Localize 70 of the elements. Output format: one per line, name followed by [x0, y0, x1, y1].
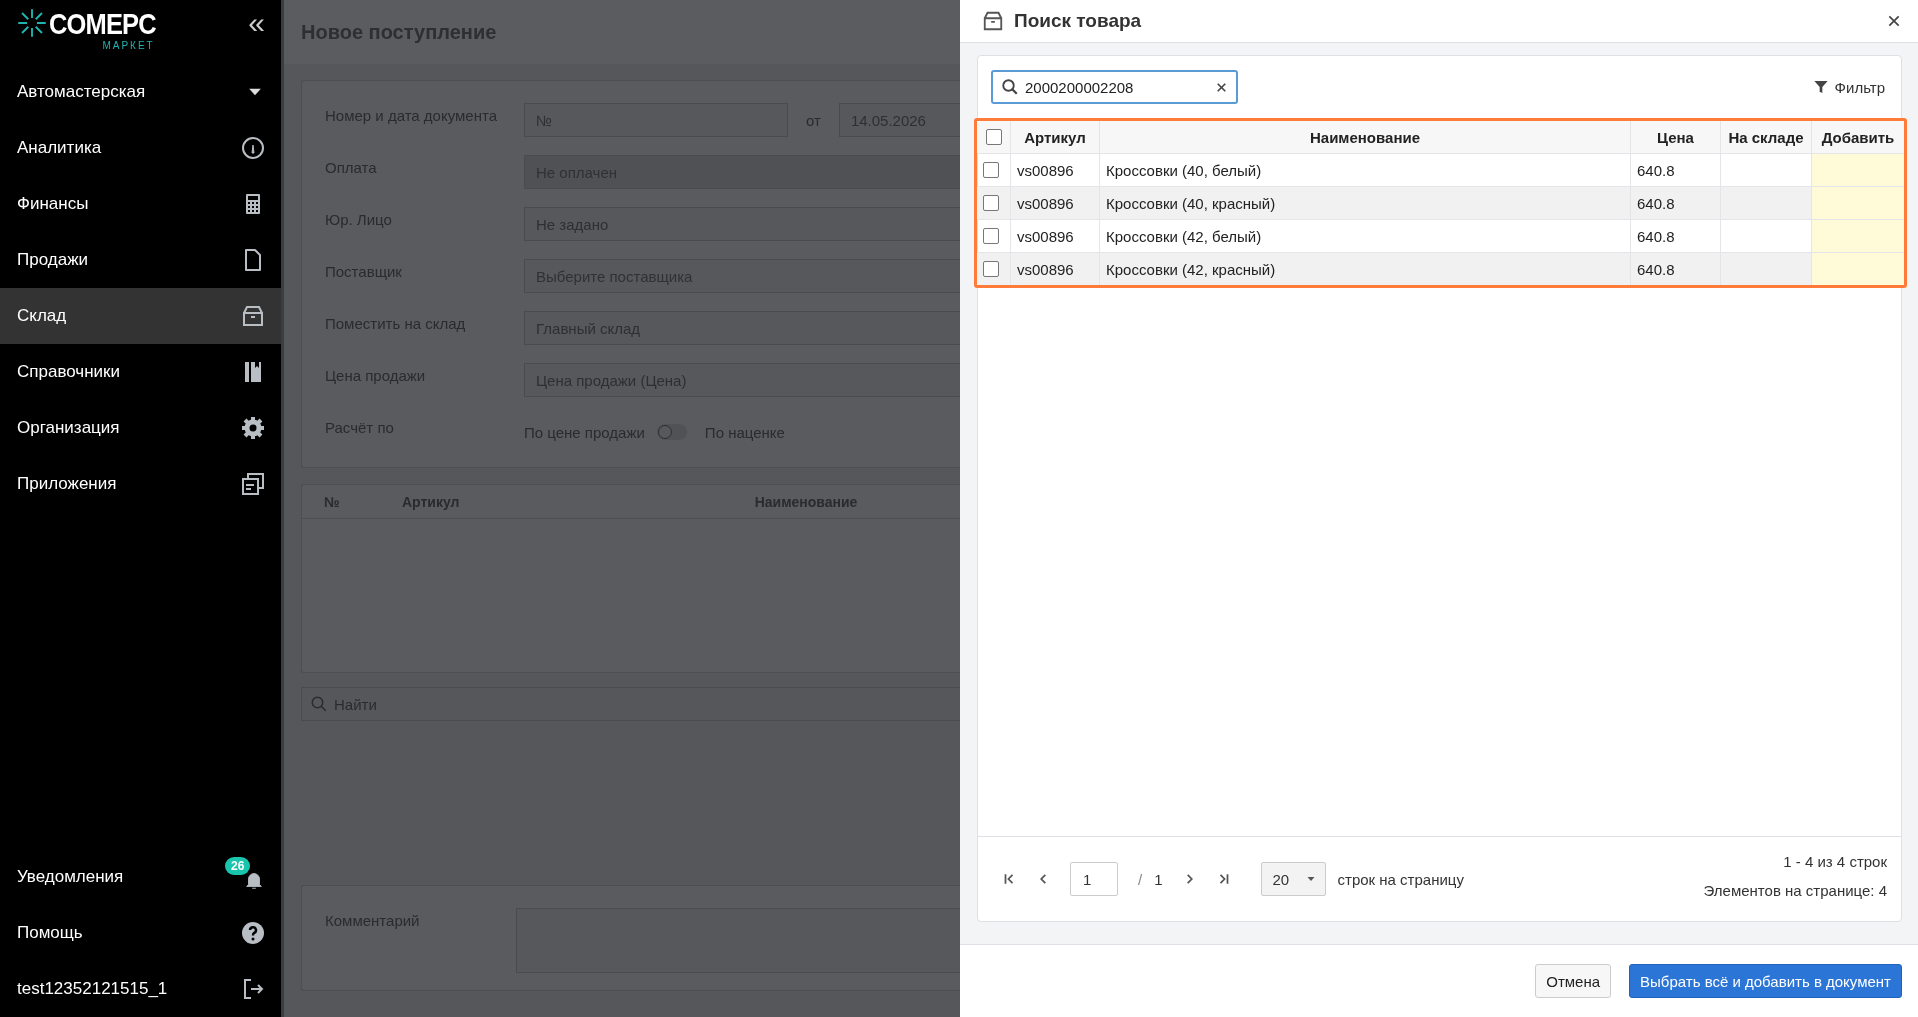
page-separator: /	[1138, 870, 1143, 888]
nav-item[interactable]: Продажи	[0, 232, 281, 288]
row-range: 1 - 4 из 4 строк	[1783, 853, 1887, 870]
search-icon	[310, 695, 328, 713]
row-checkbox[interactable]	[983, 228, 999, 244]
confirm-button[interactable]: Выбрать всё и добавить в документ	[1629, 964, 1902, 998]
nav-item[interactable]: Финансы	[0, 176, 281, 232]
user-item[interactable]: test12352121515_1	[0, 961, 281, 1017]
column-header[interactable]: Добавить	[1812, 121, 1904, 153]
box-icon	[241, 304, 265, 328]
add-cell[interactable]	[1812, 220, 1904, 252]
add-cell[interactable]	[1812, 253, 1904, 285]
first-page-icon[interactable]	[1002, 872, 1016, 886]
cancel-button[interactable]: Отмена	[1535, 964, 1612, 998]
nav-item[interactable]: Аналитика	[0, 120, 281, 176]
page-count: 1	[1154, 870, 1163, 888]
row-checkbox[interactable]	[983, 195, 999, 211]
brand-name: COMEPC	[49, 8, 156, 40]
column-header[interactable]: На складе	[1721, 121, 1812, 153]
brand-subtitle: МАРКЕТ	[102, 40, 155, 52]
table-cell: Кроссовки (42, белый)	[1100, 220, 1631, 252]
notification-badge: 26	[225, 857, 251, 875]
toggle-switch[interactable]	[656, 424, 687, 440]
close-icon[interactable]	[1886, 13, 1902, 29]
help-icon	[241, 921, 265, 945]
table-cell: 640.8	[1631, 187, 1721, 219]
column-header: №	[323, 493, 341, 510]
column-header[interactable]: Артикул	[1011, 121, 1100, 153]
nav-item[interactable]: Уведомления 26	[0, 849, 281, 905]
box-icon	[982, 10, 1004, 32]
starburst-icon	[17, 8, 47, 38]
nav-item[interactable]: Справочники	[0, 344, 281, 400]
filter-button[interactable]: Фильтр	[1812, 78, 1885, 96]
page-size-label: строк на страницу	[1337, 870, 1464, 888]
table-cell: vs00896	[1011, 220, 1100, 252]
collapse-button[interactable]: «	[248, 8, 265, 36]
table-cell: 640.8	[1631, 253, 1721, 285]
gear-icon	[241, 416, 265, 440]
table-cell: Кроссовки (40, белый)	[1100, 154, 1631, 186]
add-cell[interactable]	[1812, 187, 1904, 219]
nav-item[interactable]: Склад	[0, 288, 281, 344]
search-icon	[1001, 78, 1019, 96]
table-cell: Кроссовки (42, красный)	[1100, 253, 1631, 285]
search-field[interactable]: 2000200002208	[991, 70, 1238, 104]
table-cell: vs00896	[1011, 253, 1100, 285]
table-cell: vs00896	[1011, 154, 1100, 186]
windows-icon	[241, 472, 265, 496]
items-count: Элементов на странице: 4	[1703, 882, 1887, 899]
dialog-title: Поиск товара	[1014, 10, 1143, 32]
table-cell: vs00896	[1011, 187, 1100, 219]
logout-icon	[241, 977, 265, 1001]
table-cell: 640.8	[1631, 220, 1721, 252]
nav-item[interactable]: Организация	[0, 400, 281, 456]
gauge-icon	[241, 136, 265, 160]
page-field[interactable]: 1	[1070, 862, 1118, 896]
column-header[interactable]: Цена	[1631, 121, 1721, 153]
table-cell: 640.8	[1631, 154, 1721, 186]
comment-field[interactable]	[516, 908, 960, 973]
row-checkbox[interactable]	[983, 162, 999, 178]
nav-item[interactable]: Приложения	[0, 456, 281, 512]
row-checkbox[interactable]	[983, 261, 999, 277]
select-all-checkbox[interactable]	[985, 129, 1002, 145]
nav-item[interactable]: Помощь	[0, 905, 281, 961]
column-header[interactable]: Наименование	[1100, 121, 1631, 153]
table-cell: Кроссовки (40, красный)	[1100, 187, 1631, 219]
organization-name: Автомастерская	[17, 82, 146, 102]
add-cell[interactable]	[1812, 154, 1904, 186]
clear-icon[interactable]	[1215, 80, 1228, 94]
page-size-select[interactable]: 20	[1260, 862, 1326, 896]
filter-icon	[1812, 79, 1829, 95]
